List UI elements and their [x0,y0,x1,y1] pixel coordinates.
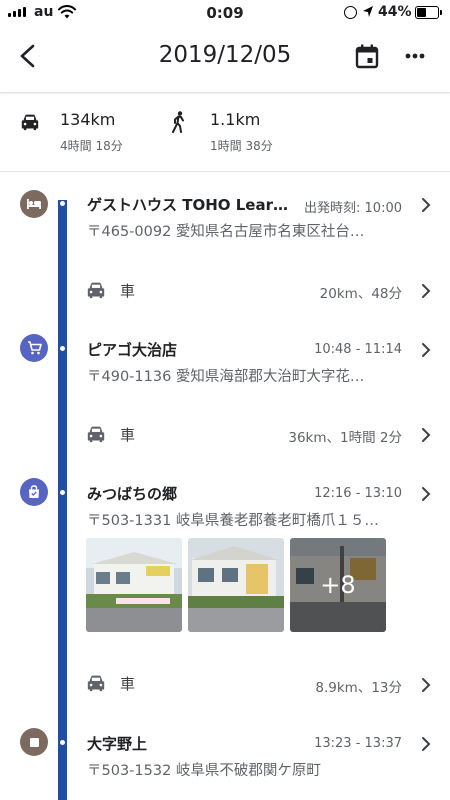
timeline-node [60,490,65,495]
drive-duration: 4時間 18分 [60,139,123,153]
drive-distance: 134km [60,110,116,129]
place-name: ゲストハウス TOHO Lear… [87,196,288,214]
place-address: 〒503-1331 岐阜県養老郡養老町橋爪１５… [87,513,379,529]
place-address: 〒490-1136 愛知県海部郡大治町大字花… [87,369,365,385]
battery-icon [415,6,442,19]
walk-duration: 1時間 38分 [210,139,273,153]
walk-distance: 1.1km [210,110,261,129]
place-time: 10:48 - 11:14 [314,342,402,357]
place-time: 出発時刻: 10:00 [304,201,402,216]
battery-percentage: 44% [378,4,412,20]
more-horizontal-icon[interactable] [400,44,430,74]
segment-detail: 20km、48分 [319,286,402,302]
chevron-right-icon[interactable] [420,427,432,443]
segment-mode: 車 [120,675,136,693]
more-photos-count: +8 [290,538,386,632]
car-icon [87,675,105,692]
calendar-icon[interactable] [352,42,382,72]
car-icon [21,114,39,131]
status-bar: au 0:09 44% [0,0,450,26]
place-time: 13:23 - 13:37 [314,736,402,751]
timeline-node [60,346,65,351]
chevron-right-icon[interactable] [420,342,432,358]
place-name: みつばちの郷 [87,485,178,503]
chevron-right-icon[interactable] [420,736,432,752]
timeline-node [60,740,65,745]
location-arrow-icon [363,6,373,17]
segment-detail: 36km、1時間 2分 [288,430,402,446]
timeline-rail [58,200,67,800]
timeline-node [60,201,65,206]
car-icon [87,282,105,299]
day-summary: 134km 4時間 18分 1.1km 1時間 38分 [0,93,450,172]
chevron-right-icon[interactable] [420,197,432,213]
place-address: 〒503-1532 岐阜県不破郡関ケ原町 [87,763,321,779]
segment-mode: 車 [120,282,136,300]
page-title[interactable]: 2019/12/05 [0,42,450,68]
place-name: 大字野上 [87,735,148,753]
rotation-lock-icon [344,6,357,19]
place-name: ピアゴ大治店 [87,341,178,359]
stop-icon [20,728,48,756]
place-photo[interactable] [188,538,284,632]
bed-icon [20,190,48,218]
place-photo[interactable] [86,538,182,632]
segment-mode: 車 [120,426,136,444]
place-photo-more[interactable]: +8 [290,538,386,632]
car-icon [87,426,105,443]
chevron-right-icon[interactable] [420,283,432,299]
shopping-bag-icon [20,478,48,506]
chevron-right-icon[interactable] [420,486,432,502]
shopping-cart-icon [20,334,48,362]
place-address: 〒465-0092 愛知県名古屋市名東区社台… [87,224,365,240]
segment-detail: 8.9km、13分 [315,680,402,696]
chevron-right-icon[interactable] [420,677,432,693]
place-photos: +8 [86,538,386,632]
app-header: 2019/12/05 [0,26,450,93]
place-time: 12:16 - 13:10 [314,486,402,501]
walk-icon [172,111,184,133]
